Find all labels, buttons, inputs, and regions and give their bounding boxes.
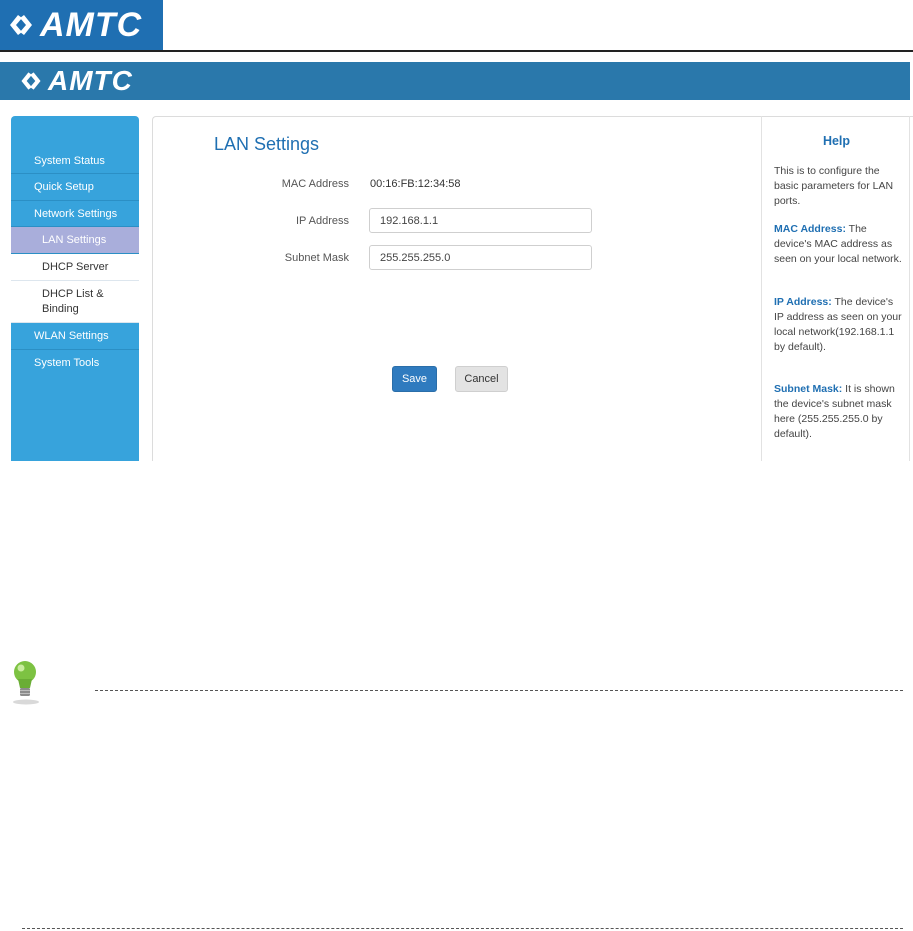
help-intro: This is to configure the basic parameter… [774,165,894,207]
sidebar-item-label: Quick Setup [34,181,94,193]
doc-header-logo: AMTC [0,0,163,50]
sidebar-item-network-settings[interactable]: Network Settings [11,201,139,227]
app-topbar: AMTC [0,62,910,100]
amtc-logo-icon [10,15,32,35]
sidebar-item-label: DHCP List & Binding [42,287,104,315]
sidebar-item-label: WLAN Settings [34,330,109,342]
ip-address-label: IP Address [296,215,349,227]
page-title: LAN Settings [214,134,320,154]
sidebar-item-wlan-settings[interactable]: WLAN Settings [11,323,139,350]
sidebar-item-dhcp-list-binding[interactable]: DHCP List & Binding [11,281,139,323]
sidebar-item-system-tools[interactable]: System Tools [11,350,139,376]
sidebar-item-lan-settings[interactable]: LAN Settings [11,227,139,254]
sidebar-item-label: DHCP Server [42,261,109,273]
sidebar-item-label: System Status [34,154,105,167]
router-admin-screenshot: AMTC System Status Quick Setup Network S… [0,62,913,461]
help-ip-address: IP Address: The device's IP address as s… [774,295,904,355]
subnet-mask-label: Subnet Mask [284,252,349,264]
subnet-mask-value: 255.255.255.0 [380,251,451,264]
help-panel: Help This is to configure the basic para… [761,116,910,461]
sidebar-item-label: Network Settings [34,207,118,220]
help-key: IP Address: [774,296,832,308]
sidebar-item-label: System Tools [34,357,100,369]
help-title: Help [822,134,851,148]
mac-address-value: 00:16:FB:12:34:58 [370,178,461,190]
tip-divider-bottom [22,928,903,929]
save-button[interactable]: Save [392,366,437,392]
subnet-mask-input[interactable]: 255.255.255.0 [369,245,592,270]
help-key: Subnet Mask: [774,383,843,395]
help-subnet-mask: Subnet Mask: It is shown the device's su… [774,382,904,442]
mac-address-label: MAC Address [281,178,349,190]
sidebar: System Status Quick Setup Network Settin… [11,116,139,461]
doc-logo-text: AMTC [40,5,143,44]
sidebar-item-dhcp-server[interactable]: DHCP Server [11,254,139,281]
ip-address-value: 192.168.1.1 [380,214,439,227]
sidebar-item-quick-setup[interactable]: Quick Setup [11,174,139,201]
cancel-button[interactable]: Cancel [455,366,508,392]
ip-address-input[interactable]: 192.168.1.1 [369,208,592,233]
help-key: MAC Address: [774,223,846,235]
tip-divider-top [95,690,903,691]
doc-header-rule [0,50,913,52]
sidebar-item-system-status[interactable]: System Status [11,148,139,174]
lightbulb-icon [13,661,39,705]
amtc-logo-icon [21,72,41,90]
sidebar-item-label: LAN Settings [42,234,107,246]
app-logo-text: AMTC [48,65,133,96]
help-mac-address: MAC Address: The device's MAC address as… [774,222,904,267]
